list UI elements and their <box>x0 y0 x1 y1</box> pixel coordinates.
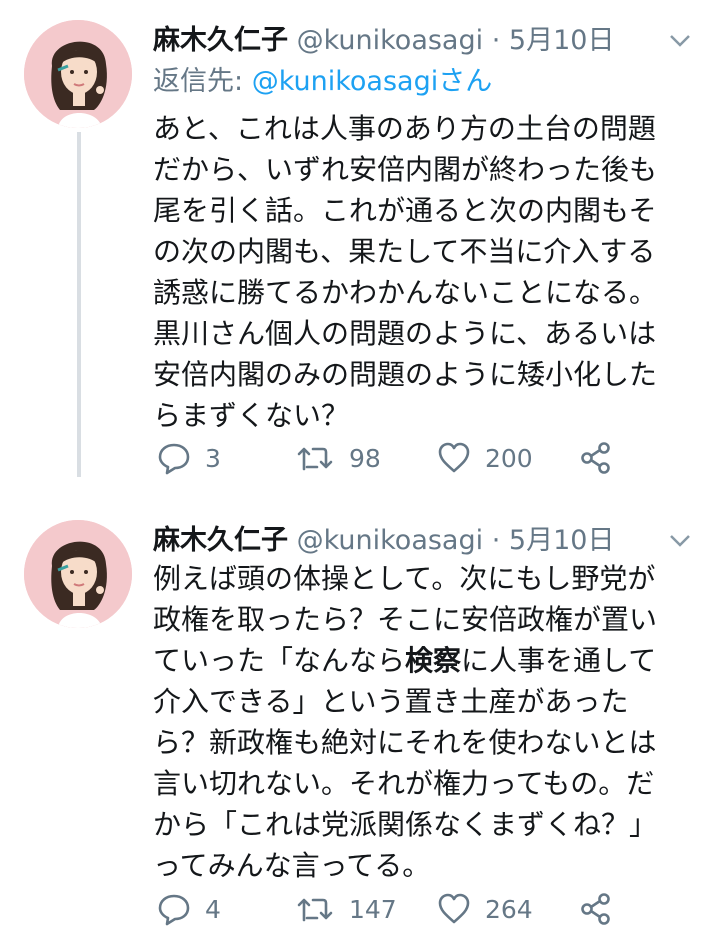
retweet-button[interactable]: 147 <box>295 887 397 931</box>
reply-button[interactable]: 3 <box>157 436 221 480</box>
tweet-line: 安倍内閣のみの問題のように矮小化した <box>153 358 658 391</box>
like-button[interactable]: 200 <box>437 436 533 480</box>
tweet-line: ていった「なんなら検察に人事を通して <box>153 640 713 681</box>
heart-icon <box>438 442 470 473</box>
retweet-icon <box>297 447 333 471</box>
tweet-line: あと、これは人事のあり方の土台の問題 <box>153 112 656 145</box>
share-icon <box>581 893 610 925</box>
tweet-text-segment: に人事を通して <box>461 644 657 677</box>
share-icon <box>581 442 610 474</box>
tweet-line: から「これは党派関係なくまずくね？」 <box>153 808 658 841</box>
tweet-line: 例えば頭の体操として。次にもし野党が <box>153 562 656 595</box>
tweet-line: 尾を引く話。これが通ると次の内閣もそ <box>153 194 657 227</box>
reply-icon <box>158 894 190 926</box>
reply-to: 返信先: @kunikoasagiさん <box>153 61 492 103</box>
avatar-portrait-icon <box>24 520 132 628</box>
tweet-line: の次の内閣も、果たして不当に介入する <box>153 235 656 268</box>
highlighted-term: 検察 <box>405 644 462 677</box>
tweet-line: ら？新政権も絶対にそれを使わないとは <box>153 726 657 759</box>
tweet-line: 政権を取ったら？そこに安倍政権が置い <box>153 603 658 636</box>
heart-icon <box>438 893 470 924</box>
tweet-2[interactable]: 麻木久仁子 @kunikoasagi · 5月10日 例えば頭の体操として。次に… <box>0 490 720 949</box>
tweet-line: だから、いずれ安倍内閣が終わった後も <box>153 153 658 186</box>
like-button[interactable]: 264 <box>437 887 533 931</box>
retweet-icon <box>297 898 333 922</box>
chevron-down-icon[interactable] <box>665 26 695 56</box>
avatar-portrait-icon <box>24 20 132 128</box>
separator-dot: · <box>491 25 501 56</box>
separator-dot: · <box>491 525 501 556</box>
avatar[interactable] <box>24 520 132 628</box>
tweet-header: 麻木久仁子 @kunikoasagi · 5月10日 <box>153 520 614 562</box>
reply-prefix: 返信先: <box>153 66 252 97</box>
share-button[interactable] <box>579 436 613 480</box>
tweet-date[interactable]: 5月10日 <box>509 25 615 56</box>
display-name[interactable]: 麻木久仁子 <box>153 525 288 556</box>
tweet-line: ってみんな言ってる。 <box>153 849 431 882</box>
retweet-count: 98 <box>349 443 381 473</box>
tweet-line: らまずくない？ <box>153 399 350 432</box>
like-count: 264 <box>485 894 533 924</box>
reply-button[interactable]: 4 <box>157 887 221 931</box>
tweet-header: 麻木久仁子 @kunikoasagi · 5月10日 <box>153 20 614 62</box>
user-handle[interactable]: @kunikoasagi <box>297 25 484 56</box>
user-handle[interactable]: @kunikoasagi <box>297 525 484 556</box>
tweet-actions: 4 147 264 <box>153 887 633 931</box>
tweet-line: 言い切れない。それが権力ってもの。だ <box>153 767 655 800</box>
tweet-line: 黒川さん個人の問題のように、あるいは <box>153 317 657 350</box>
avatar[interactable] <box>24 20 132 128</box>
tweet-date[interactable]: 5月10日 <box>509 525 615 556</box>
tweet-text: あと、これは人事のあり方の土台の問題 だから、いずれ安倍内閣が終わった後も 尾を… <box>153 108 713 436</box>
chevron-down-icon[interactable] <box>665 526 695 556</box>
tweet-line: 誘惑に勝てるかわかんないことになる。 <box>153 276 658 309</box>
tweet-line: 介入できる」という置き土産があった <box>153 685 629 718</box>
tweet-text-segment: ていった「なんなら <box>153 644 406 677</box>
reply-count: 3 <box>205 443 221 473</box>
thread-connector-line <box>77 132 81 477</box>
tweet-1[interactable]: 麻木久仁子 @kunikoasagi · 5月10日 返信先: @kunikoa… <box>0 0 720 490</box>
like-count: 200 <box>485 443 533 473</box>
reply-count: 4 <box>205 894 221 924</box>
reply-mention-link[interactable]: @kunikoasagiさん <box>252 66 493 97</box>
share-button[interactable] <box>579 887 613 931</box>
display-name[interactable]: 麻木久仁子 <box>153 25 288 56</box>
tweet-text: 例えば頭の体操として。次にもし野党が 政権を取ったら？そこに安倍政権が置い てい… <box>153 558 713 886</box>
retweet-button[interactable]: 98 <box>295 436 381 480</box>
retweet-count: 147 <box>349 894 397 924</box>
tweet-actions: 3 98 200 <box>153 436 633 480</box>
reply-icon <box>158 443 190 475</box>
